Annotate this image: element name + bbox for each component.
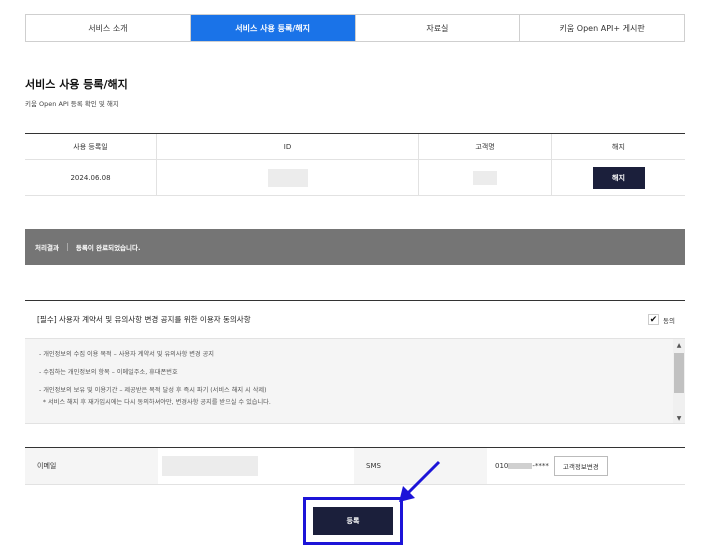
page-subtitle: 키움 Open API 등록 확인 및 해지 <box>25 100 119 108</box>
agree-label: 동의 <box>663 316 675 325</box>
terms-line: - 수집하는 개인정보의 항목 – 이메일주소, 휴대폰번호 <box>39 369 178 376</box>
change-info-button[interactable]: 고객정보변경 <box>553 456 608 476</box>
tab-service-registration[interactable]: 서비스 사용 등록/해지 <box>190 15 356 41</box>
consent-section: [필수] 사용자 계약서 및 유의사항 변경 공지를 위한 이용자 동의사항 ✔… <box>25 300 685 424</box>
email-value <box>158 448 354 484</box>
tab-bar: 서비스 소개 서비스 사용 등록/해지 자료실 키움 Open API+ 게시판 <box>25 14 685 42</box>
consent-header: [필수] 사용자 계약서 및 유의사항 변경 공지를 위한 이용자 동의사항 ✔… <box>25 301 685 339</box>
cancel-button[interactable]: 해지 <box>592 166 645 189</box>
id-cell <box>157 160 419 195</box>
terms-box[interactable]: - 개인정보의 수집 이용 목적 – 사용자 계약서 및 유의사항 변경 공지 … <box>25 339 685 424</box>
page-title: 서비스 사용 등록/해지 <box>25 78 128 91</box>
agree-checkbox[interactable]: ✔ <box>648 314 660 325</box>
phone-prefix: 010 <box>495 462 509 470</box>
redacted-name <box>473 170 497 185</box>
terms-scrollbar[interactable]: ▲ ▼ <box>673 339 685 423</box>
result-bar: 처리결과 등록이 완료되었습니다. <box>25 229 685 265</box>
customer-name-cell <box>419 160 552 195</box>
sms-value: 010 -**** 고객정보변경 <box>487 448 685 484</box>
register-button[interactable]: 등록 <box>313 507 393 535</box>
scroll-down-icon[interactable]: ▼ <box>673 412 685 423</box>
phone-suffix: -**** <box>532 462 549 470</box>
email-label: 이메일 <box>25 448 158 484</box>
table-row: 2024.06.08 해지 <box>25 160 685 196</box>
registration-table: 사용 등록일 ID 고객명 해지 2024.06.08 해지 <box>25 133 685 196</box>
phone-number: 010 -**** <box>495 462 549 470</box>
agree-checkbox-label[interactable]: ✔ 동의 <box>648 314 675 325</box>
registration-date: 2024.06.08 <box>25 160 157 195</box>
tab-service-intro[interactable]: 서비스 소개 <box>26 15 191 41</box>
terms-text: - 개인정보의 수집 이용 목적 – 사용자 계약서 및 유의사항 변경 공지 … <box>25 339 685 409</box>
redacted-email <box>162 456 258 476</box>
header-cancel: 해지 <box>612 142 625 151</box>
header-id: ID <box>157 134 419 159</box>
checkmark-icon: ✔ <box>649 314 658 325</box>
cancel-cell: 해지 <box>552 160 685 195</box>
submit-highlight-box: 등록 <box>303 497 403 545</box>
result-message: 등록이 완료되었습니다. <box>75 244 141 252</box>
table-header-row: 사용 등록일 ID 고객명 해지 <box>25 134 685 160</box>
terms-line: * 서비스 해지 후 재가입시에는 다시 동의하셔야만, 변경사항 공지를 받으… <box>39 399 271 406</box>
scroll-thumb[interactable] <box>674 353 684 393</box>
scroll-up-icon[interactable]: ▲ <box>673 339 685 351</box>
redacted-phone <box>508 463 533 469</box>
terms-line: - 개인정보의 수집 이용 목적 – 사용자 계약서 및 유의사항 변경 공지 <box>39 351 214 358</box>
result-divider <box>66 243 68 251</box>
consent-title: [필수] 사용자 계약서 및 유의사항 변경 공지를 위한 이용자 동의사항 <box>37 315 251 324</box>
tab-board[interactable]: 키움 Open API+ 게시판 <box>520 15 684 41</box>
result-label: 처리결과 <box>35 244 59 252</box>
redacted-id <box>267 168 308 187</box>
header-customer-name: 고객명 <box>419 134 552 159</box>
terms-line: - 개인정보의 보유 및 이용기간 – 제공받은 목적 달성 후 즉시 파기 (… <box>39 387 267 394</box>
tab-resources[interactable]: 자료실 <box>356 15 521 41</box>
header-registration-date: 사용 등록일 <box>25 134 157 159</box>
contact-info-row: 이메일 SMS 010 -**** 고객정보변경 <box>25 447 685 485</box>
